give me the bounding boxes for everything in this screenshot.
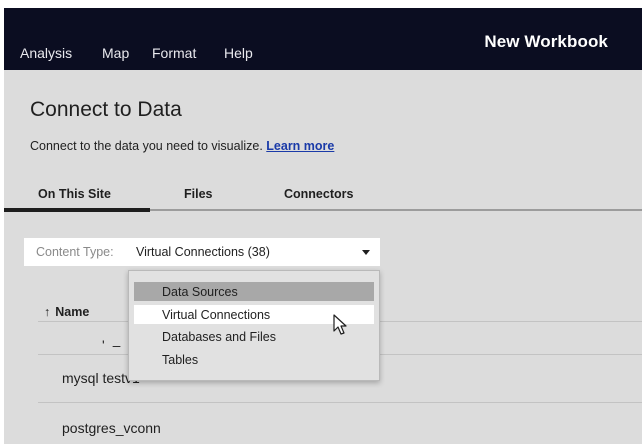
tab-files[interactable]: Files [184,187,213,201]
page-title: Connect to Data [30,98,182,121]
workbook-title[interactable]: New Workbook [484,32,608,52]
active-tab-indicator [4,208,150,212]
menu-analysis[interactable]: Analysis [20,45,72,61]
name-header-label: Name [55,305,90,319]
content-type-value: Virtual Connections (38) [136,245,270,259]
subtitle: Connect to the data you need to visualiz… [30,139,334,153]
dropdown-option-label: Virtual Connections [162,308,271,322]
dropdown-option-label: Tables [162,353,199,367]
tab-on-this-site[interactable]: On This Site [38,187,111,201]
menu-map[interactable]: Map [102,45,129,61]
dropdown-option-data-sources[interactable]: Data Sources [134,282,374,301]
chevron-down-icon [362,250,370,255]
dropdown-option-label: Data Sources [162,285,238,299]
content-type-label: Content Type: [36,245,114,259]
learn-more-link[interactable]: Learn more [266,139,334,153]
mouse-pointer-icon [333,314,347,335]
name-column-header[interactable]: ↑ Name [44,305,89,319]
tab-connectors[interactable]: Connectors [284,187,353,201]
dropdown-option-label: Databases and Files [162,330,276,344]
dropdown-option-tables[interactable]: Tables [134,350,374,369]
table-row[interactable]: postgres_vconn [62,420,161,436]
menu-format[interactable]: Format [152,45,196,61]
content-type-select[interactable]: Content Type: Virtual Connections (38) [24,238,380,266]
row-divider [38,402,642,403]
connect-to-data-window: Analysis Map Format Help New Workbook Co… [4,8,642,444]
sort-ascending-icon: ↑ [44,305,51,319]
partial-row-text: ' – [102,337,123,353]
top-menu-bar: Analysis Map Format Help New Workbook [4,8,642,70]
subtitle-text: Connect to the data you need to visualiz… [30,139,263,153]
menu-help[interactable]: Help [224,45,253,61]
